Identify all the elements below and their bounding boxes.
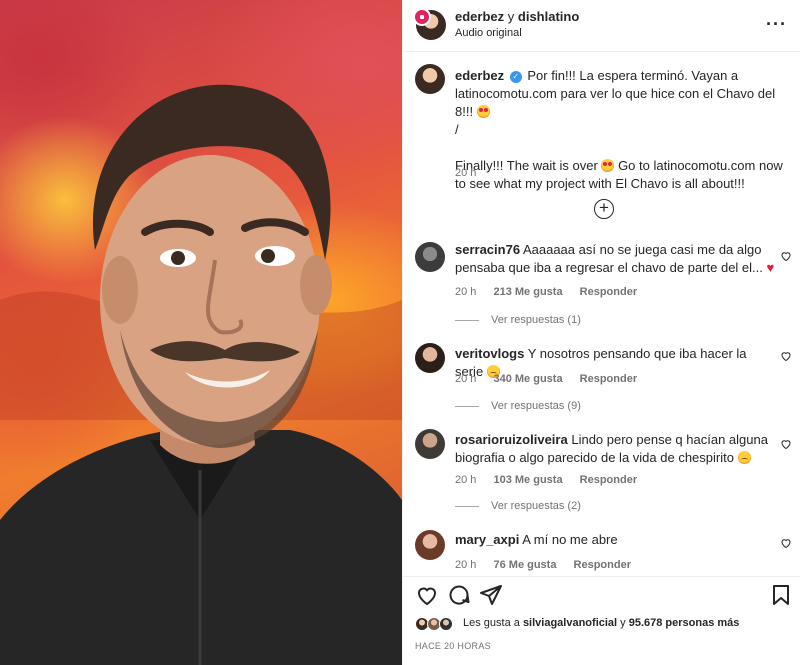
comment-username[interactable]: mary_axpi xyxy=(455,532,519,547)
collab-username[interactable]: dishlatino xyxy=(518,9,579,24)
comment-body: A mí no me abre xyxy=(522,532,618,547)
post-panel: ederbez y dishlatino Audio original ··· … xyxy=(402,0,800,665)
comment-username[interactable]: veritovlogs xyxy=(455,346,524,361)
comment-text: mary_axpi A mí no me abre xyxy=(455,531,775,549)
caption-time: 20 h xyxy=(455,167,477,179)
share-icon[interactable] xyxy=(479,583,503,607)
likes-count[interactable]: 95.678 personas más xyxy=(629,617,740,629)
comment-avatar[interactable] xyxy=(415,530,445,560)
heart-icon[interactable] xyxy=(780,537,792,549)
caption-username[interactable]: ederbez xyxy=(455,68,504,83)
person-illustration xyxy=(0,84,402,665)
likes-summary: Les gusta a silviagalvanoficial y 95.678… xyxy=(463,617,739,629)
comment-meta: 20 h 340 Me gusta Responder xyxy=(455,373,651,385)
replies-divider xyxy=(455,405,479,407)
comment-username[interactable]: rosarioruizoliveira xyxy=(455,432,568,447)
video-media[interactable] xyxy=(0,0,402,665)
comment-avatar[interactable] xyxy=(415,242,445,272)
view-replies-label[interactable]: Ver respuestas (1) xyxy=(491,314,581,326)
comment-username[interactable]: serracin76 xyxy=(455,242,520,257)
likes-user[interactable]: silviagalvanoficial xyxy=(523,617,617,629)
comment-likes[interactable]: 103 Me gusta xyxy=(493,474,562,486)
liker-avatar[interactable] xyxy=(439,617,453,631)
caption-separator: / xyxy=(455,122,459,137)
actions-divider xyxy=(403,576,800,577)
add-comment-icon[interactable]: + xyxy=(594,199,614,219)
comment-meta: 20 h 213 Me gusta Responder xyxy=(455,286,651,298)
likes-suffix: y xyxy=(620,617,626,629)
audio-label[interactable]: Audio original xyxy=(455,27,522,39)
likes-prefix: Les gusta a xyxy=(463,617,520,629)
view-replies[interactable]: Ver respuestas (2) xyxy=(455,500,581,512)
header-usernames: ederbez y dishlatino xyxy=(455,9,579,24)
comment-text: serracin76 Aaaaaaa así no se juega casi … xyxy=(455,241,775,277)
comment-avatar[interactable] xyxy=(415,343,445,373)
caption-text-en-1: Finally!!! The wait is over xyxy=(455,158,598,173)
replies-divider xyxy=(455,319,479,321)
heart-icon[interactable] xyxy=(780,350,792,362)
reply-button[interactable]: Responder xyxy=(580,373,637,385)
heart-eyes-emoji-icon xyxy=(601,159,615,172)
view-replies[interactable]: Ver respuestas (1) xyxy=(455,314,581,326)
reply-button[interactable]: Responder xyxy=(580,286,637,298)
comment-text: rosarioruizoliveira Lindo pero pense q h… xyxy=(455,431,775,467)
post-date[interactable]: HACE 20 HORAS xyxy=(415,641,491,651)
comment-time: 20 h xyxy=(455,474,477,486)
heart-icon[interactable] xyxy=(780,250,792,262)
view-replies-label[interactable]: Ver respuestas (2) xyxy=(491,500,581,512)
comment-likes[interactable]: 76 Me gusta xyxy=(493,559,556,571)
caption-avatar[interactable] xyxy=(415,64,445,94)
reply-button[interactable]: Responder xyxy=(574,559,631,571)
post-header: ederbez y dishlatino Audio original ··· xyxy=(403,0,800,52)
save-icon[interactable] xyxy=(769,583,793,607)
comment-time: 20 h xyxy=(455,559,477,571)
comment-avatar[interactable] xyxy=(415,429,445,459)
heart-eyes-emoji-icon xyxy=(476,105,490,118)
replies-divider xyxy=(455,505,479,507)
collab-avatar[interactable] xyxy=(413,8,431,26)
caption-text-es: Por fin!!! La espera terminó. Vayan a la… xyxy=(455,68,776,119)
comment-likes[interactable]: 340 Me gusta xyxy=(493,373,562,385)
collab-joiner: y xyxy=(507,9,515,24)
comment-time: 20 h xyxy=(455,373,477,385)
heart-icon[interactable] xyxy=(415,583,439,607)
comment-meta: 20 h 103 Me gusta Responder xyxy=(455,474,651,486)
header-username[interactable]: ederbez xyxy=(455,9,504,24)
more-icon[interactable]: ··· xyxy=(766,14,787,35)
red-heart-emoji-icon: ♥ xyxy=(766,260,775,275)
caption: ederbez ✓ Por fin!!! La espera terminó. … xyxy=(455,67,787,193)
comment-likes[interactable]: 213 Me gusta xyxy=(493,286,562,298)
reply-button[interactable]: Responder xyxy=(580,474,637,486)
view-replies-label[interactable]: Ver respuestas (9) xyxy=(491,400,581,412)
view-replies[interactable]: Ver respuestas (9) xyxy=(455,400,581,412)
heart-icon[interactable] xyxy=(780,438,792,450)
comment-meta: 20 h 76 Me gusta Responder xyxy=(455,559,645,571)
comment-time: 20 h xyxy=(455,286,477,298)
comment-icon[interactable] xyxy=(447,583,471,607)
verified-icon: ✓ xyxy=(509,70,522,83)
sad-emoji-icon xyxy=(737,451,751,464)
